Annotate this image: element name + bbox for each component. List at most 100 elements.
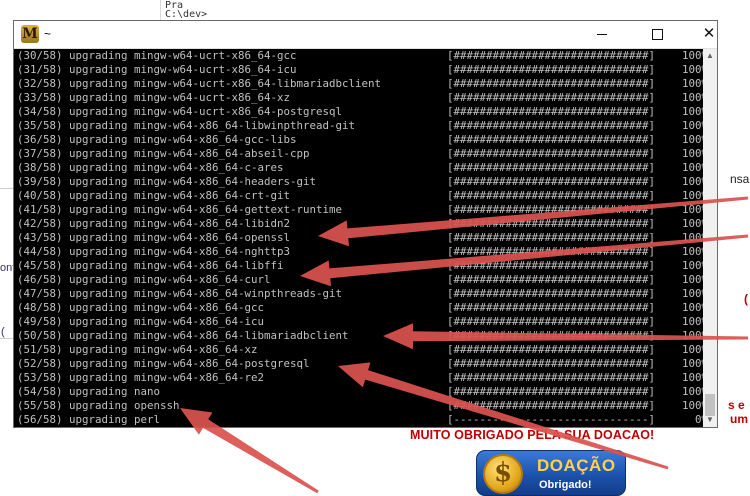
console-line-progress-bar: [##############################] [447,301,656,314]
console-line-message: (41/58) upgrading mingw-w64-x86_64-gette… [17,203,343,216]
close-button[interactable]: ✕ [686,21,732,48]
console-line-percent: 100% [681,119,703,132]
console-line: (32/58) upgrading mingw-w64-ucrt-x86_64-… [17,77,703,91]
console-line-percent: 100% [681,371,703,384]
title-bar[interactable]: M ~ ✕ [14,21,717,49]
console-line: (38/58) upgrading mingw-w64-x86_64-c-are… [17,161,703,175]
window-title: ~ [44,27,52,41]
console-line-percent: 100% [681,315,703,328]
console-line-percent: 0% [694,413,703,426]
console-line-message: (44/58) upgrading mingw-w64-x86_64-nghtt… [17,245,291,258]
console-line-percent: 100% [681,245,703,258]
vertical-scrollbar[interactable]: ▲ ▼ [703,49,717,427]
donate-button[interactable]: $ DOAÇÃO Obrigado! [476,450,626,496]
console-line-progress-bar: [##############################] [447,189,656,202]
console-line: (46/58) upgrading mingw-w64-x86_64-curl [… [17,273,703,287]
console-line-percent: 100% [681,77,703,90]
console-line-message: (37/58) upgrading mingw-w64-x86_64-absei… [17,147,310,160]
console-line: (35/58) upgrading mingw-w64-x86_64-libwi… [17,119,703,133]
console-line: (34/58) upgrading mingw-w64-ucrt-x86_64-… [17,105,703,119]
console-line-percent: 100% [681,63,703,76]
scroll-up-arrow-icon[interactable]: ▲ [706,51,714,61]
console-line-message: (46/58) upgrading mingw-w64-x86_64-curl [17,273,271,286]
console-line-progress-bar: [##############################] [447,105,656,118]
console-line-progress-bar: [##############################] [447,343,656,356]
console-line: (45/58) upgrading mingw-w64-x86_64-libff… [17,259,703,273]
console-line-progress-bar: [##############################] [447,329,656,342]
background-prompt: Pra C:\dev> [165,1,208,20]
console-line: (49/58) upgrading mingw-w64-x86_64-icu [#… [17,315,703,329]
background-prompt-text: C:\dev> [165,9,208,20]
console-line-message: (33/58) upgrading mingw-w64-ucrt-x86_64-… [17,91,291,104]
msys2-app-icon[interactable]: M [21,25,39,43]
console-output[interactable]: (30/58) upgrading mingw-w64-ucrt-x86_64-… [17,49,703,427]
console-line-message: (30/58) upgrading mingw-w64-ucrt-x86_64-… [17,49,297,62]
console-line-percent: 100% [681,217,703,230]
console-line-percent: 100% [681,91,703,104]
background-right-fragment: um [730,412,748,426]
console-line: (44/58) upgrading mingw-w64-x86_64-nghtt… [17,245,703,259]
scrollbar-thumb[interactable] [705,394,715,416]
console-line-progress-bar: [##############################] [447,399,656,412]
console-line: (31/58) upgrading mingw-w64-ucrt-x86_64-… [17,63,703,77]
console-line-percent: 100% [681,133,703,146]
console-line-percent: 100% [681,329,703,342]
console-line-progress-bar: [##############################] [447,245,656,258]
donate-button-label: DOAÇÃO [537,456,616,475]
maximize-button[interactable] [634,21,680,48]
console-line-message: (56/58) upgrading perl [17,413,161,426]
console-line-progress-bar: [##############################] [447,385,656,398]
console-line-percent: 100% [681,357,703,370]
console-line-progress-bar: [##############################] [447,315,656,328]
background-separator [0,188,14,189]
console-line-message: (40/58) upgrading mingw-w64-x86_64-crt-g… [17,189,291,202]
maximize-icon [651,28,663,40]
console-line: (48/58) upgrading mingw-w64-x86_64-gcc [#… [17,301,703,315]
background-right-fragment: nsa [730,172,750,186]
console-line-message: (48/58) upgrading mingw-w64-x86_64-gcc [17,301,265,314]
background-left-fragment: ( [1,326,5,338]
donation-thanks-text: MUITO OBRIGADO PELA SUA DOACAO! [410,428,655,442]
minimize-button[interactable] [579,21,625,48]
console-line: (54/58) upgrading nano [#################… [17,385,703,399]
console-line-progress-bar: [##############################] [447,119,656,132]
console-line: (51/58) upgrading mingw-w64-x86_64-xz [##… [17,343,703,357]
console-line-message: (50/58) upgrading mingw-w64-x86_64-libma… [17,329,349,342]
console-line-percent: 100% [681,175,703,188]
console-line-message: (36/58) upgrading mingw-w64-x86_64-gcc-l… [17,133,297,146]
console-line: (39/58) upgrading mingw-w64-x86_64-heade… [17,175,703,189]
console-line-percent: 100% [681,147,703,160]
console-line-percent: 100% [681,343,703,356]
console-line-message: (45/58) upgrading mingw-w64-x86_64-libff… [17,259,284,272]
console-line-message: (43/58) upgrading mingw-w64-x86_64-opens… [17,231,291,244]
console-line-message: (55/58) upgrading openssh [17,399,180,412]
console-line: (36/58) upgrading mingw-w64-x86_64-gcc-l… [17,133,703,147]
console-line-progress-bar: [##############################] [447,287,656,300]
console-line: (53/58) upgrading mingw-w64-x86_64-re2 [#… [17,371,703,385]
console-line-percent: 100% [681,161,703,174]
console-line: (43/58) upgrading mingw-w64-x86_64-opens… [17,231,703,245]
console-line-message: (35/58) upgrading mingw-w64-x86_64-libwi… [17,119,356,132]
console-line-message: (34/58) upgrading mingw-w64-ucrt-x86_64-… [17,105,343,118]
console-line-message: (47/58) upgrading mingw-w64-x86_64-winpt… [17,287,343,300]
console-line-progress-bar: [##############################] [447,357,656,370]
donate-button-sublabel: Obrigado! [539,479,592,491]
console-line-percent: 100% [681,189,703,202]
console-line: (47/58) upgrading mingw-w64-x86_64-winpt… [17,287,703,301]
console-line-message: (54/58) upgrading nano [17,385,161,398]
console-line-percent: 100% [681,273,703,286]
scroll-down-arrow-icon[interactable]: ▼ [706,415,714,425]
console-line: (30/58) upgrading mingw-w64-ucrt-x86_64-… [17,49,703,63]
terminal-window[interactable]: M ~ ✕ (30/58) upgrading mingw-w64-ucrt-x… [13,20,718,428]
console-line-percent: 100% [681,231,703,244]
console-line-message: (32/58) upgrading mingw-w64-ucrt-x86_64-… [17,77,382,90]
console-line-message: (42/58) upgrading mingw-w64-x86_64-libid… [17,217,291,230]
console-line-percent: 100% [681,385,703,398]
console-line: (52/58) upgrading mingw-w64-x86_64-postg… [17,357,703,371]
console-line: (55/58) upgrading openssh [##############… [17,399,703,413]
console-line: (56/58) upgrading perl [-----------------… [17,413,703,427]
console-line-progress-bar: [##############################] [447,147,656,160]
console-line: (41/58) upgrading mingw-w64-x86_64-gette… [17,203,703,217]
console-line-percent: 100% [681,203,703,216]
background-right-fragment: ( [744,292,748,306]
